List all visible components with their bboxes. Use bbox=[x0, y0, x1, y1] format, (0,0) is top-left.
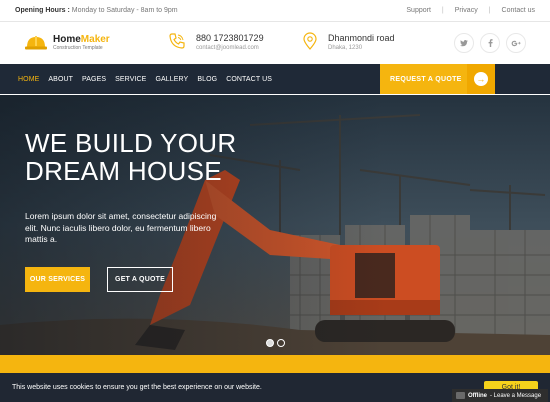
phone-icon bbox=[168, 32, 186, 55]
top-links: Support | Privacy | Contact us bbox=[406, 7, 535, 14]
logo-name-maker: Maker bbox=[80, 33, 110, 45]
chat-status: Offline bbox=[468, 392, 487, 399]
our-services-button[interactable]: OUR SERVICES bbox=[25, 267, 90, 292]
opening-hours: Opening Hours : Monday to Saturday - 8am… bbox=[15, 7, 178, 14]
opening-hours-value: Monday to Saturday - 8am to 9pm bbox=[71, 7, 178, 14]
map-pin-icon bbox=[302, 31, 318, 55]
phone-contact: 880 1723801729 contact@joomlead.com bbox=[168, 32, 264, 55]
request-quote-label: REQUEST A QUOTE bbox=[390, 75, 462, 83]
nav-menu: HOME ABOUT PAGES SERVICE GALLERY BLOG CO… bbox=[0, 76, 272, 83]
arrow-right-icon: → bbox=[467, 64, 495, 94]
slider-dots bbox=[266, 339, 285, 347]
privacy-link[interactable]: Privacy bbox=[455, 7, 478, 14]
contact-us-link[interactable]: Contact us bbox=[502, 7, 535, 14]
nav-item-gallery[interactable]: GALLERY bbox=[155, 76, 188, 83]
main-nav: HOME ABOUT PAGES SERVICE GALLERY BLOG CO… bbox=[0, 64, 550, 94]
get-a-quote-button[interactable]: GET A QUOTE bbox=[107, 267, 173, 292]
google-plus-icon[interactable] bbox=[506, 33, 526, 53]
slider-dot-2[interactable] bbox=[277, 339, 285, 347]
support-link[interactable]: Support bbox=[406, 7, 431, 14]
hero-slider: WE BUILD YOUR DREAM HOUSE Lorem ipsum do… bbox=[0, 95, 550, 355]
email-address[interactable]: contact@joomlead.com bbox=[196, 44, 264, 53]
opening-hours-label: Opening Hours : bbox=[15, 7, 70, 14]
facebook-icon[interactable] bbox=[480, 33, 500, 53]
nav-item-contact-us[interactable]: CONTACT US bbox=[226, 76, 272, 83]
top-bar: Opening Hours : Monday to Saturday - 8am… bbox=[0, 0, 550, 22]
slider-dot-1[interactable] bbox=[266, 339, 274, 347]
chat-widget[interactable]: Offline - Leave a Message bbox=[452, 389, 548, 402]
address-line-1: Dhanmondi road bbox=[328, 33, 395, 43]
nav-item-pages[interactable]: PAGES bbox=[82, 76, 106, 83]
nav-item-home[interactable]: HOME bbox=[18, 76, 39, 83]
chat-text: - Leave a Message bbox=[490, 392, 542, 399]
cookie-text: This website uses cookies to ensure you … bbox=[12, 384, 262, 391]
hard-hat-icon bbox=[24, 35, 48, 51]
hero-title-line-1: WE BUILD YOUR bbox=[25, 128, 237, 158]
twitter-icon[interactable] bbox=[454, 33, 474, 53]
address-line-2: Dhaka, 1230 bbox=[328, 45, 363, 51]
logo-name-home: Home bbox=[53, 33, 81, 45]
social-links bbox=[454, 33, 526, 53]
request-quote-button[interactable]: REQUEST A QUOTE → bbox=[380, 64, 495, 94]
nav-item-blog[interactable]: BLOG bbox=[197, 76, 217, 83]
phone-number[interactable]: 880 1723801729 bbox=[196, 33, 264, 44]
logo-tagline: Construction Template bbox=[53, 44, 103, 51]
nav-item-about[interactable]: ABOUT bbox=[48, 76, 73, 83]
yellow-divider bbox=[0, 355, 550, 373]
hero-title-line-2: DREAM HOUSE bbox=[25, 156, 222, 186]
site-logo[interactable]: HomeMaker Construction Template bbox=[24, 33, 164, 52]
hero-text: Lorem ipsum dolor sit amet, consectetur … bbox=[25, 211, 217, 244]
divider: | bbox=[441, 7, 444, 14]
hero-title: WE BUILD YOUR DREAM HOUSE bbox=[25, 129, 236, 185]
site-header: HomeMaker Construction Template 880 1723… bbox=[0, 22, 550, 64]
address-contact: Dhanmondi road Dhaka, 1230 bbox=[302, 31, 395, 55]
divider: | bbox=[488, 7, 491, 14]
nav-item-service[interactable]: SERVICE bbox=[115, 76, 146, 83]
chat-icon bbox=[456, 392, 465, 399]
